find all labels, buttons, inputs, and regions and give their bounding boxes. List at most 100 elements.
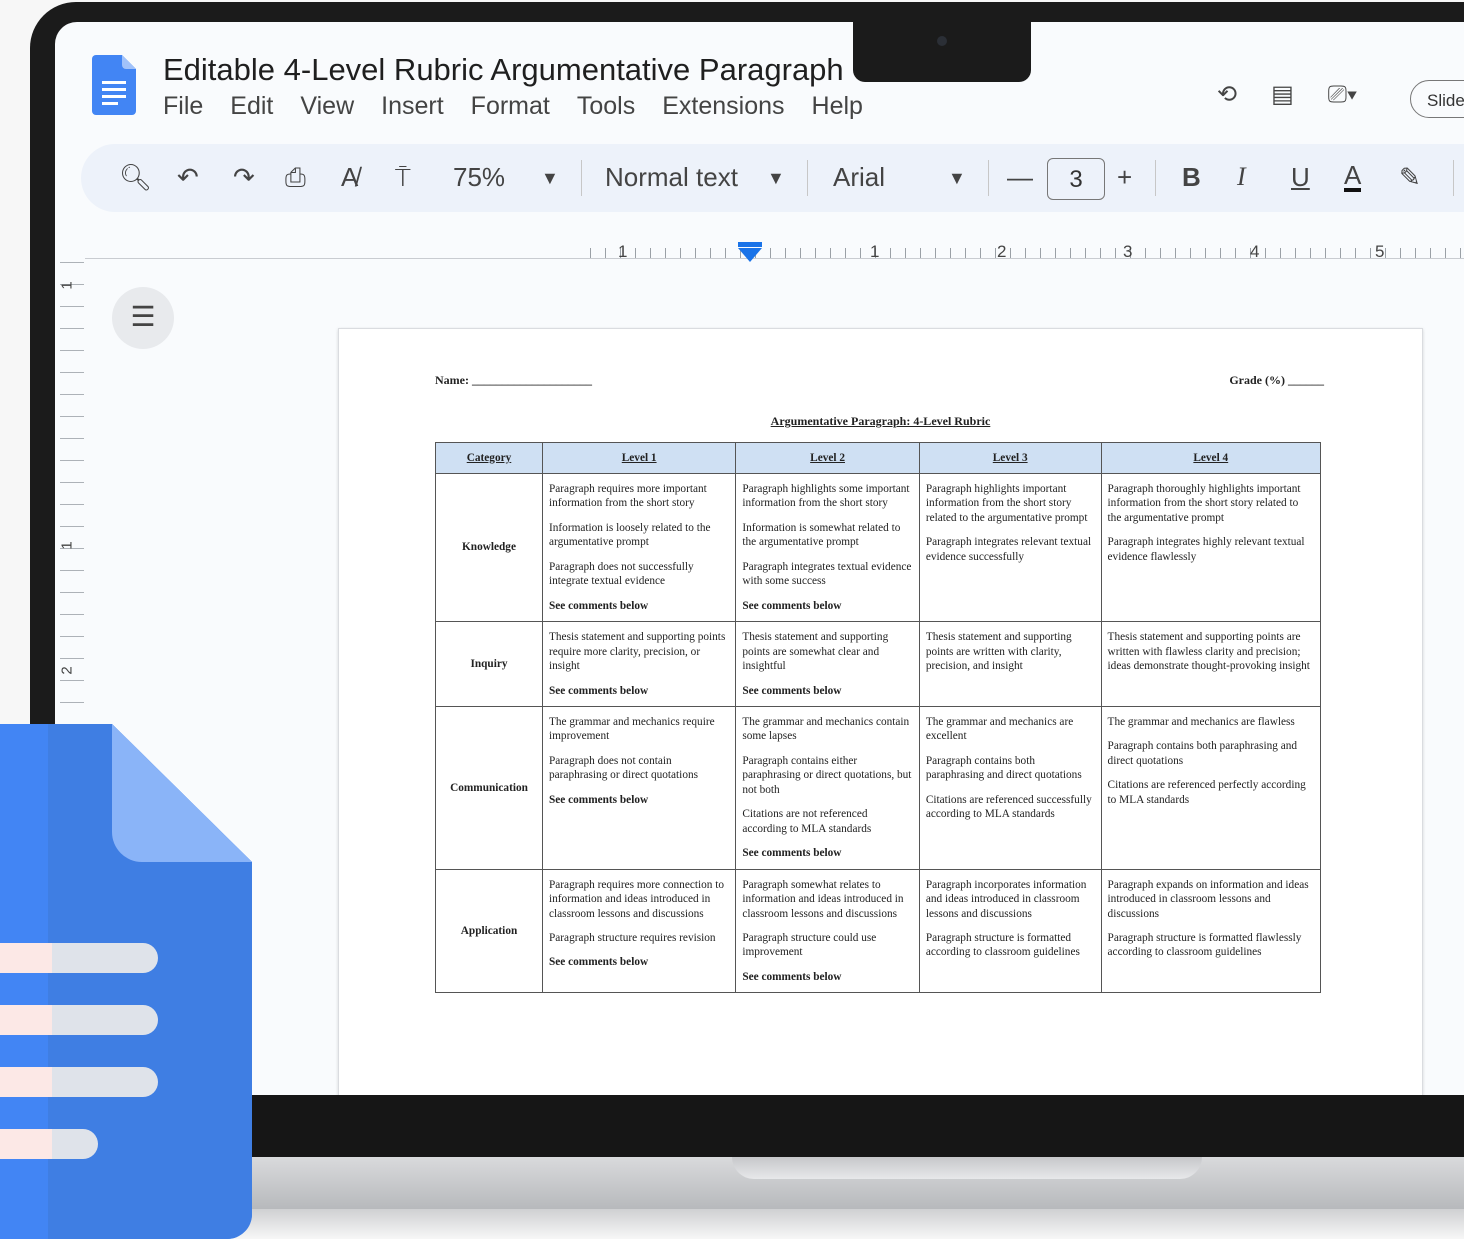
cell-text: Paragraph requires more connection to in…: [549, 878, 725, 920]
rubric-cell: Paragraph incorporates information and i…: [918, 868, 1102, 994]
cell-text: Paragraph contains both paraphrasing and…: [1107, 740, 1298, 767]
cell-text: The grammar and mechanics are excellent: [925, 715, 1074, 743]
category-cell: Communication: [435, 705, 543, 870]
rubric-cell: Thesis statement and supporting points a…: [735, 621, 920, 707]
ruler-number: 3: [1123, 242, 1133, 261]
menu-edit[interactable]: Edit: [230, 92, 273, 121]
ruler-number: 1: [618, 242, 628, 261]
see-comments-text: See comments below: [742, 599, 842, 612]
cell-text: Thesis statement and supporting points a…: [742, 631, 889, 673]
see-comments-text: See comments below: [742, 684, 842, 697]
table-row: Knowledge Paragraph requires more import…: [435, 472, 1322, 623]
table-header-row: Category Level 1 Level 2 Level 3 Level 4: [435, 442, 1322, 474]
grade-field: Grade (%) ______: [1229, 373, 1324, 387]
laptop-opening-notch: [732, 1157, 1202, 1179]
menu-extensions[interactable]: Extensions: [662, 92, 784, 121]
decrease-font-size-button[interactable]: —: [1007, 162, 1033, 193]
search-icon[interactable]: 🔍︎: [119, 162, 152, 193]
paragraph-style-select[interactable]: Normal text: [605, 162, 738, 193]
docs-logo-icon[interactable]: [92, 55, 136, 115]
see-comments-text: See comments below: [549, 684, 649, 697]
chevron-down-icon[interactable]: ▼: [948, 168, 966, 189]
menu-format[interactable]: Format: [471, 92, 550, 121]
camera-notch: [853, 22, 1031, 82]
separator: [1155, 160, 1156, 196]
cell-text: Paragraph incorporates information and i…: [925, 878, 1087, 920]
cell-text: Paragraph highlights some important info…: [742, 483, 910, 510]
rubric-title: Argumentative Paragraph: 4-Level Rubric: [770, 414, 991, 428]
paint-format-icon[interactable]: ⍑: [395, 162, 411, 194]
font-select[interactable]: Arial: [833, 162, 885, 193]
cell-text: Paragraph does not successfully integrat…: [549, 560, 694, 588]
table-row: Application Paragraph requires more conn…: [435, 868, 1322, 994]
history-icon[interactable]: ⟲: [1217, 80, 1237, 109]
document-title[interactable]: Editable 4-Level Rubric Argumentative Pa…: [163, 52, 844, 88]
cell-text: Information is somewhat related to the a…: [742, 521, 901, 549]
cell-text: Paragraph expands on information and ide…: [1107, 878, 1309, 920]
indent-marker-icon[interactable]: [738, 248, 762, 262]
bold-button[interactable]: B: [1182, 162, 1201, 193]
outline-icon[interactable]: ☰: [112, 287, 174, 349]
rubric-cell: Thesis statement and supporting points a…: [918, 621, 1102, 707]
cell-text: Citations are referenced perfectly accor…: [1107, 779, 1306, 806]
slides-button[interactable]: Slide: [1410, 80, 1464, 118]
cell-text: Paragraph integrates textual evidence wi…: [742, 560, 912, 588]
cell-text: Paragraph structure is formatted accordi…: [925, 931, 1080, 959]
highlighter-icon[interactable]: ✎: [1399, 162, 1421, 193]
menu-bar: File Edit View Insert Format Tools Exten…: [163, 92, 863, 121]
increase-font-size-button[interactable]: +: [1117, 162, 1132, 193]
rubric-cell: Paragraph thoroughly highlights importan…: [1100, 472, 1322, 623]
category-cell: Knowledge: [435, 472, 543, 623]
menu-file[interactable]: File: [163, 92, 203, 121]
rubric-cell: Thesis statement and supporting points r…: [541, 621, 737, 707]
undo-icon[interactable]: ↶: [177, 162, 199, 193]
ruler-number: 5: [1375, 242, 1385, 261]
menu-help[interactable]: Help: [812, 92, 863, 121]
rubric-cell: Paragraph highlights important informati…: [918, 472, 1102, 623]
rubric-cell: The grammar and mechanics are flawless Pa…: [1100, 705, 1322, 870]
separator: [988, 160, 989, 196]
cell-text: Thesis statement and supporting points a…: [925, 631, 1072, 673]
google-docs-logo-icon: [0, 724, 252, 1239]
chevron-down-icon[interactable]: ▼: [767, 168, 785, 189]
comments-icon[interactable]: ▤: [1271, 80, 1294, 109]
cell-text: Paragraph requires more important inform…: [549, 483, 707, 510]
underline-button[interactable]: U: [1291, 162, 1310, 193]
font-size-input[interactable]: 3: [1047, 158, 1105, 200]
zoom-select[interactable]: 75%: [453, 162, 505, 193]
print-icon[interactable]: ⎙: [285, 162, 306, 194]
cell-text: Thesis statement and supporting points r…: [549, 631, 726, 673]
rubric-cell: The grammar and mechanics contain some l…: [735, 705, 920, 870]
document-page[interactable]: Name: ____________________ Grade (%) ___…: [338, 328, 1423, 1097]
header-level-2: Level 2: [735, 442, 920, 474]
cell-text: The grammar and mechanics are flawless: [1107, 715, 1295, 728]
spellcheck-icon[interactable]: A̸: [341, 162, 358, 193]
name-field: Name: ____________________: [435, 373, 592, 387]
meet-icon[interactable]: ⎚▾: [1328, 81, 1357, 109]
camera: [937, 36, 947, 46]
rubric-table: Category Level 1 Level 2 Level 3 Level 4…: [435, 442, 1322, 994]
indent-marker[interactable]: [738, 242, 762, 247]
italic-button[interactable]: I: [1237, 162, 1246, 192]
menu-view[interactable]: View: [300, 92, 354, 121]
separator: [1453, 160, 1454, 196]
separator: [807, 160, 808, 196]
header-level-4: Level 4: [1100, 442, 1322, 474]
table-row: Inquiry Thesis statement and supporting …: [435, 621, 1322, 707]
redo-icon[interactable]: ↷: [233, 162, 255, 193]
cell-text: Paragraph thoroughly highlights importan…: [1107, 483, 1301, 524]
menu-tools[interactable]: Tools: [577, 92, 635, 121]
cell-text: Paragraph contains both paraphrasing and…: [925, 754, 1082, 782]
cell-text: Paragraph structure could use improvemen…: [742, 931, 877, 959]
cell-text: Paragraph integrates relevant textual ev…: [925, 536, 1092, 563]
vertical-ruler-number: 1: [58, 281, 76, 290]
vertical-ruler-number: 2: [58, 666, 76, 675]
menu-insert[interactable]: Insert: [381, 92, 444, 121]
text-color-button[interactable]: A: [1344, 162, 1362, 192]
cell-text: Paragraph highlights important informati…: [925, 483, 1088, 524]
cell-text: Paragraph somewhat relates to informatio…: [742, 878, 904, 920]
cell-text: Paragraph integrates highly relevant tex…: [1107, 536, 1305, 563]
chevron-down-icon[interactable]: ▼: [541, 168, 559, 189]
table-row: Communication The grammar and mechanics …: [435, 705, 1322, 870]
see-comments-text: See comments below: [549, 599, 649, 612]
